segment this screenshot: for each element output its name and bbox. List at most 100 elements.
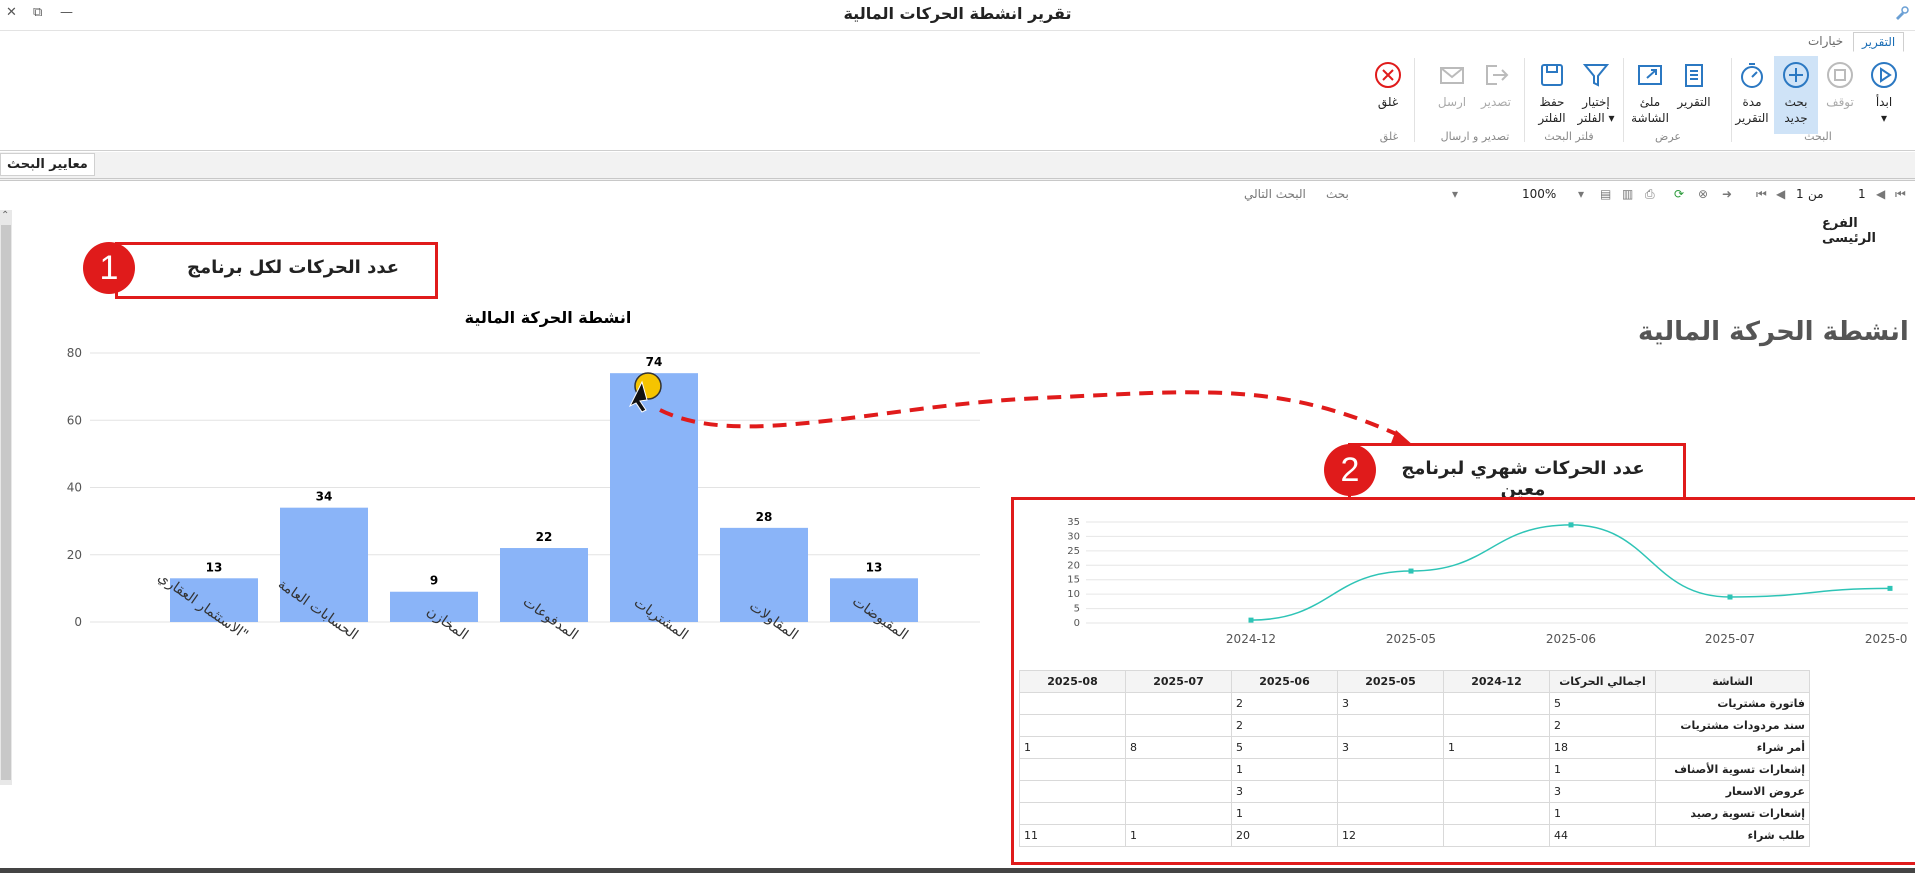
data-point: [1887, 585, 1893, 591]
timer-icon: [1741, 63, 1763, 88]
stop-icon: [1827, 62, 1853, 88]
ribbon-button-clipboard[interactable]: التقرير: [1672, 56, 1716, 134]
next-page-icon[interactable]: ◀: [1776, 187, 1785, 201]
y-tick-label: 80: [67, 346, 82, 360]
table-cell: 2: [1231, 714, 1338, 737]
window-title: تقرير انشطة الحركات المالية: [843, 4, 1072, 23]
table-row: طلب شراء 44 12 20 1 11: [1019, 824, 1810, 847]
refresh-icon[interactable]: ⟳: [1674, 187, 1684, 201]
ribbon-button-filter[interactable]: إختيار الفلتر ▾: [1574, 56, 1618, 134]
zoom-dropdown-icon[interactable]: ▾: [1452, 187, 1458, 201]
minimize-window-icon[interactable]: —: [60, 5, 73, 20]
scrollbar-thumb[interactable]: [1, 225, 11, 780]
page-number-input[interactable]: 1: [1858, 187, 1866, 201]
table-cell: [1337, 758, 1444, 781]
table-cell: [1125, 802, 1232, 825]
data-point: [1727, 594, 1733, 600]
close-window-icon[interactable]: ✕: [6, 5, 17, 20]
table-cell: [1337, 802, 1444, 825]
group-label-filter: فلتر البحث: [1544, 130, 1594, 143]
ribbon-button-label: إختيار: [1582, 95, 1610, 109]
ribbon-button-label-2: التقرير: [1735, 111, 1769, 125]
last-page-icon[interactable]: ⏮: [1756, 187, 1767, 202]
ribbon-button-label: مدة: [1742, 95, 1762, 109]
forward-icon[interactable]: ➜: [1722, 187, 1732, 201]
stop-load-icon[interactable]: ⊗: [1698, 187, 1708, 201]
table-cell: 5: [1231, 736, 1338, 759]
table-cell: 3: [1549, 780, 1656, 803]
ribbon-button-stop[interactable]: توقف: [1818, 56, 1862, 134]
table-cell: [1337, 714, 1444, 737]
ribbon-button-save[interactable]: حفظ الفلتر: [1530, 56, 1574, 134]
table-cell: إشعارات تسوية رصيد: [1655, 802, 1810, 825]
bar-value-label: 9: [430, 574, 438, 588]
print-icon[interactable]: ⎙: [1645, 187, 1655, 202]
layout-icon[interactable]: ▥: [1622, 187, 1633, 201]
tab-options[interactable]: خيارات: [1800, 32, 1851, 50]
tab-report[interactable]: التقرير: [1853, 32, 1905, 52]
clipboard-icon: [1685, 64, 1703, 87]
brush-icon[interactable]: [1893, 5, 1909, 21]
table-cell: فاتورة مشتريات: [1655, 692, 1810, 715]
export-save-icon[interactable]: ▾: [1578, 187, 1584, 201]
table-row: فاتورة مشتريات 5 3 2: [1019, 692, 1810, 715]
x-tick-label: 2025-05: [1386, 632, 1436, 646]
callout-text-1: عدد الحركات لكل برنامج: [186, 257, 400, 278]
fullscreen-icon: [1638, 65, 1662, 85]
table-cell: [1443, 824, 1550, 847]
ribbon-button-add-circle[interactable]: بحث جديد: [1774, 56, 1818, 134]
data-point: [1248, 617, 1254, 623]
ribbon-button-fullscreen[interactable]: ملئ الشاشة: [1628, 56, 1672, 134]
table-cell: [1443, 758, 1550, 781]
table-cell: [1443, 692, 1550, 715]
ribbon-button-label: توقف: [1826, 95, 1854, 109]
ribbon-button-mail[interactable]: ارسل: [1430, 56, 1474, 134]
first-page-icon[interactable]: ⏮: [1895, 187, 1906, 202]
table-cell: [1337, 780, 1444, 803]
scroll-up-icon[interactable]: ⌃: [1, 210, 9, 221]
table-cell: 3: [1337, 736, 1444, 759]
zoom-select[interactable]: 100%: [1522, 187, 1556, 201]
criteria-tab[interactable]: معايير البحث: [0, 153, 95, 176]
ribbon-button-label: بحث: [1784, 95, 1808, 109]
y-tick-label: 30: [1067, 531, 1080, 542]
ribbon-button-label: ابدأ: [1875, 95, 1893, 109]
ribbon-button-label: ملئ: [1639, 95, 1661, 109]
y-tick-label: 0: [1074, 618, 1080, 629]
ribbon-separator: [1623, 58, 1624, 142]
bar-value-label: 13: [206, 560, 223, 574]
y-tick-label: 10: [1067, 589, 1080, 600]
save-icon: [1541, 64, 1563, 86]
prev-page-icon[interactable]: ◀: [1876, 187, 1885, 201]
ribbon-button-export[interactable]: تصدير: [1474, 56, 1518, 134]
table-cell: [1443, 780, 1550, 803]
table-header-cell: 2025-07: [1125, 670, 1232, 693]
table-cell: 20: [1231, 824, 1338, 847]
bar-value-label: 34: [316, 490, 333, 504]
close-circle-icon: [1375, 62, 1401, 88]
table-cell: [1019, 692, 1126, 715]
series-line: [1250, 524, 1891, 621]
table-cell: 11: [1019, 824, 1126, 847]
table-body: فاتورة مشتريات 5 3 2 سند مردودات مشتريات 2 2 أم…: [1019, 692, 1810, 847]
table-cell: 8: [1125, 736, 1232, 759]
bar-value-label: 13: [866, 560, 883, 574]
ribbon-button-play[interactable]: ابدأ ▾: [1862, 56, 1906, 134]
table-cell: 1: [1549, 802, 1656, 825]
ribbon-button-timer[interactable]: مدة التقرير: [1730, 56, 1774, 134]
ribbon-button-close-circle[interactable]: غلق: [1366, 56, 1410, 134]
restore-window-icon[interactable]: ⧉: [33, 5, 42, 20]
table-cell: [1125, 692, 1232, 715]
filter-icon: [1582, 64, 1610, 87]
page-setup-icon[interactable]: ▤: [1600, 187, 1611, 201]
table-cell: [1443, 802, 1550, 825]
table-cell: 1: [1231, 758, 1338, 781]
table-cell: [1019, 758, 1126, 781]
x-tick-label: 2025-06: [1865, 632, 1908, 646]
find-next-link[interactable]: البحث التالي: [1244, 187, 1306, 201]
table-header-cell: 2025-08: [1019, 670, 1126, 693]
ribbon-separator: [1414, 58, 1415, 142]
x-tick-label: 2025-06: [1546, 632, 1596, 646]
ribbon-button-label-2: ▾: [1880, 111, 1888, 125]
group-label-export-send: تصدير و ارسال: [1440, 130, 1510, 143]
